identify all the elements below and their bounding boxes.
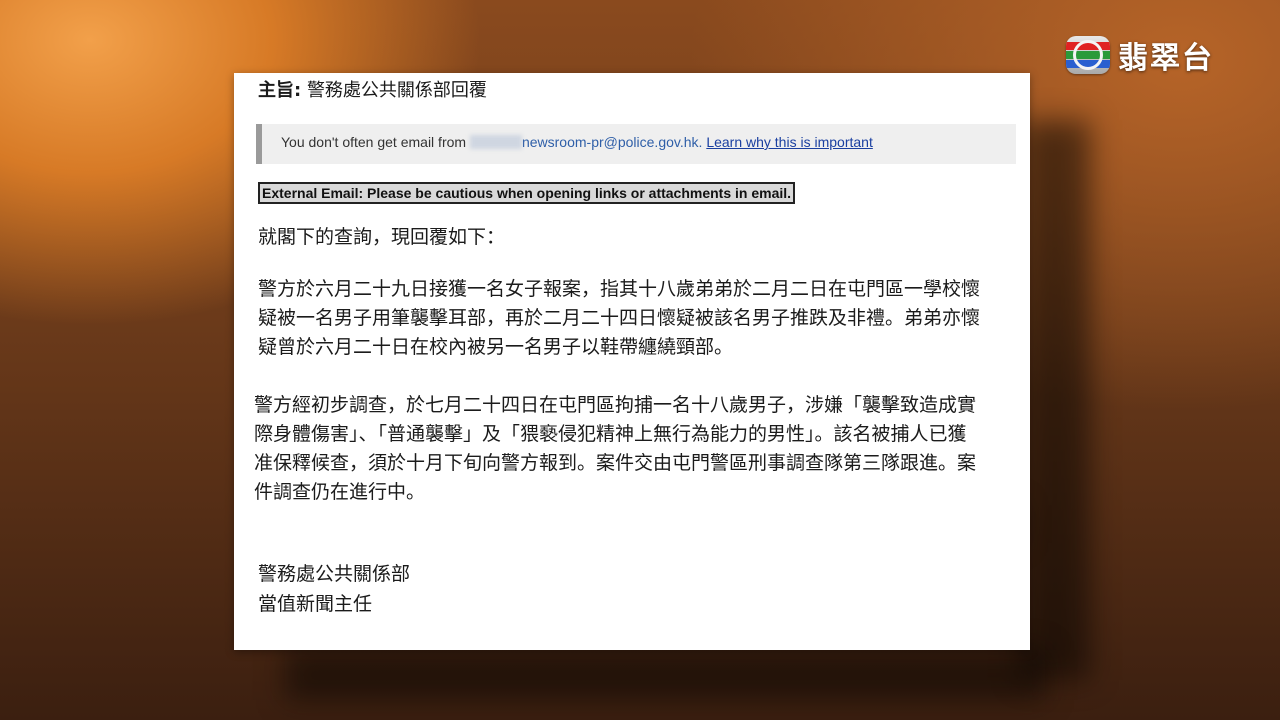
subject-label: 主旨: <box>258 80 302 101</box>
email-paragraph: 警方於六月二十九日接獲一名女子報案，指其十八歲弟弟於二月二日在屯門區一學校懷 疑… <box>258 275 1028 362</box>
learn-why-link[interactable]: Learn why this is important <box>706 134 873 150</box>
sender-address: newsroom-pr@police.gov.hk. <box>521 134 703 150</box>
email-message: 主旨: 警務處公共關係部回覆 You don't often get email… <box>234 73 1030 650</box>
external-email-warning: External Email: Please be cautious when … <box>258 182 796 204</box>
sender-notice-banner: You don't often get email from newsroom-… <box>256 124 1016 164</box>
paragraph-line: 疑被一名男子用筆襲擊耳部，再於二月二十四日懷疑被該名男子推跌及非禮。弟弟亦懷 <box>258 307 981 329</box>
signature-title: 當值新聞主任 <box>258 593 373 615</box>
paragraph-line: 准保釋候查，須於十月下旬向警方報到。案件交由屯門警區刑事調查隊第三隊跟進。案 <box>254 452 977 474</box>
email-subject: 主旨: 警務處公共關係部回覆 <box>258 76 487 102</box>
paragraph-line: 疑曾於六月二十日在校內被另一名男子以鞋帶纏繞頸部。 <box>258 336 734 358</box>
paragraph-line: 件調查仍在進行中。 <box>254 481 426 503</box>
card-shadow <box>1020 120 1090 680</box>
card-shadow <box>285 650 1045 700</box>
email-greeting: 就閣下的查詢，現回覆如下： <box>258 226 506 248</box>
notice-prefix: You don't often get email from <box>281 134 467 150</box>
redacted-sender-name <box>469 135 522 149</box>
channel-name: 翡翠台 <box>1118 41 1214 76</box>
subject-text: 警務處公共關係部回覆 <box>306 80 487 101</box>
paragraph-line: 際身體傷害」、「普通襲擊」及「猥褻侵犯精神上無行為能力的男性」。該名被捕人已獲 <box>254 423 967 445</box>
email-paragraph: 警方經初步調查，於七月二十四日在屯門區拘捕一名十八歲男子，涉嫌「襲擊致造成實 際… <box>254 391 1026 507</box>
tvb-logo-icon <box>1066 36 1110 74</box>
paragraph-line: 警方經初步調查，於七月二十四日在屯門區拘捕一名十八歲男子，涉嫌「襲擊致造成實 <box>254 394 977 416</box>
broadcaster-logo: 翡翠台 <box>1066 33 1214 77</box>
paragraph-line: 警方於六月二十九日接獲一名女子報案，指其十八歲弟弟於二月二日在屯門區一學校懷 <box>258 278 981 300</box>
signature-department: 警務處公共關係部 <box>258 563 411 585</box>
